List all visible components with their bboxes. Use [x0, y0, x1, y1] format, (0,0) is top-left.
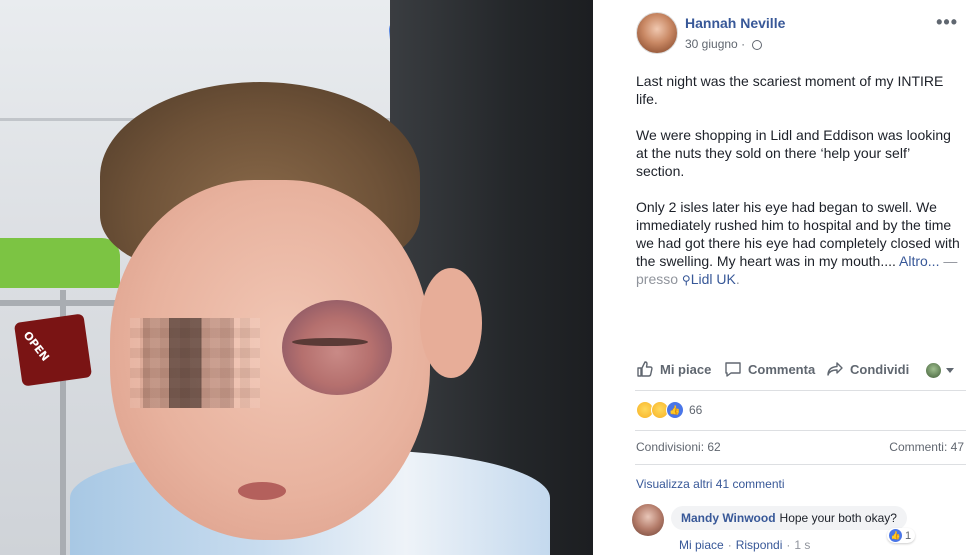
closed-eyelid: [292, 338, 368, 346]
audience-selector[interactable]: [926, 363, 954, 378]
mouth: [238, 482, 286, 500]
like-button[interactable]: Mi piace: [636, 360, 711, 378]
page-avatar: [926, 363, 941, 378]
post-sidebar: Hannah Neville 30 giugno · ••• Last nigh…: [593, 0, 966, 555]
divider: [635, 464, 966, 465]
comment-time: 1 s: [794, 538, 811, 552]
comment-author[interactable]: Mandy Winwood: [681, 511, 776, 525]
commenter-avatar[interactable]: [632, 504, 664, 536]
separator: ·: [727, 538, 732, 552]
comment-reply-button[interactable]: Rispondi: [736, 538, 783, 552]
post-paragraph: We were shopping in Lidl and Eddison was…: [636, 127, 951, 179]
pixelated-eye: [130, 318, 260, 408]
comments-count[interactable]: Commenti: 47: [889, 440, 964, 454]
swollen-eye: [282, 300, 392, 395]
globe-icon: [752, 40, 763, 50]
meta-separator: ·: [741, 37, 746, 51]
post-date[interactable]: 30 giugno: [685, 37, 738, 51]
share-label: Condividi: [850, 361, 910, 377]
comment-bubble: Mandy Winwood Hope your both okay?: [671, 506, 907, 530]
see-more-link[interactable]: Altro...: [899, 253, 939, 269]
like-reaction-icon: 👍: [666, 401, 684, 419]
rail: [0, 300, 120, 306]
open-sign-text: OPEN: [20, 328, 52, 364]
chevron-down-icon: [946, 368, 954, 373]
ear: [420, 268, 482, 378]
more-options-button[interactable]: •••: [936, 12, 958, 33]
green-chair: [0, 238, 120, 288]
reaction-count: 66: [689, 403, 703, 417]
shares-count[interactable]: Condivisioni: 62: [636, 440, 721, 454]
like-reaction-icon: 👍: [889, 529, 902, 542]
author-name[interactable]: Hannah Neville: [685, 15, 785, 31]
comment-like-button[interactable]: Mi piace: [679, 538, 724, 552]
share-button[interactable]: Condividi: [826, 360, 909, 378]
post-actions: Mi piace Commenta Condividi: [636, 360, 961, 382]
post-meta: 30 giugno ·: [685, 37, 763, 51]
location-link[interactable]: Lidl UK: [691, 271, 736, 287]
location-pin-icon: ⚲: [681, 273, 691, 287]
post-text: Last night was the scariest moment of my…: [636, 72, 961, 289]
location-suffix: .: [735, 271, 740, 287]
divider: [635, 390, 966, 391]
share-icon: [827, 362, 843, 376]
author-avatar[interactable]: [636, 12, 678, 54]
open-sign: OPEN: [13, 313, 93, 387]
like-label: Mi piace: [660, 361, 712, 377]
divider: [635, 430, 966, 431]
comment-button[interactable]: Commenta: [724, 360, 815, 378]
comment-icon: [725, 362, 741, 377]
separator: ·: [786, 538, 791, 552]
thumbs-up-icon: [637, 361, 653, 377]
comment-like-count: 1: [905, 529, 912, 542]
comment-actions: Mi piace · Rispondi · 1 s: [679, 538, 810, 552]
view-more-comments-link[interactable]: Visualizza altri 41 commenti: [636, 477, 785, 491]
reactions-summary[interactable]: 👍 66: [636, 401, 702, 419]
post-paragraph: Only 2 isles later his eye had began to …: [636, 198, 961, 289]
comment-label: Commenta: [748, 361, 816, 377]
comment-text: Hope your both okay?: [779, 511, 897, 525]
comment-like-badge[interactable]: 👍 1: [887, 528, 916, 543]
post-paragraph: Last night was the scariest moment of my…: [636, 73, 944, 107]
post-photo[interactable]: OPEN: [0, 0, 593, 555]
